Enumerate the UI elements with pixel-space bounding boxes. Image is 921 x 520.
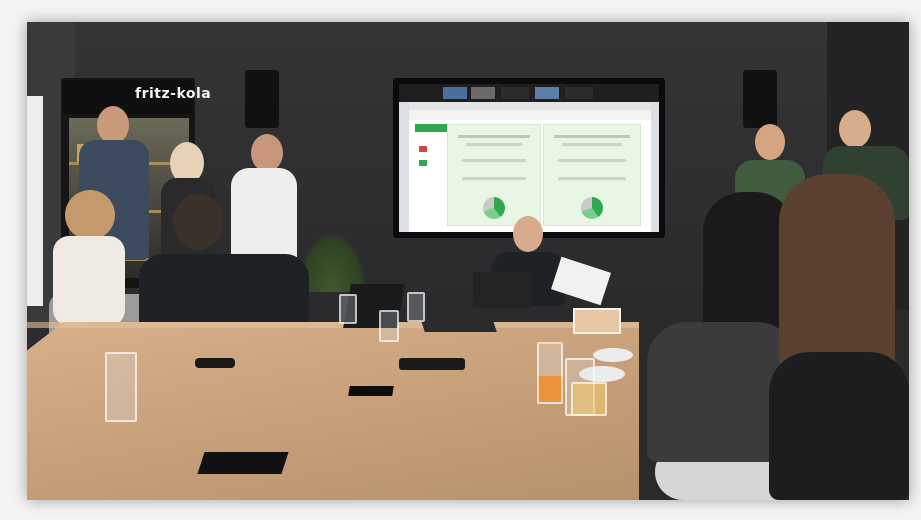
text-line bbox=[562, 143, 622, 146]
pie-chart bbox=[581, 197, 603, 219]
text-line bbox=[554, 135, 630, 138]
glass bbox=[407, 292, 425, 322]
glass bbox=[379, 310, 399, 342]
text-line bbox=[558, 159, 626, 162]
presenter-laptop bbox=[473, 272, 531, 308]
phone bbox=[195, 358, 235, 368]
call-tile bbox=[471, 87, 495, 99]
text-line bbox=[558, 177, 626, 180]
glass bbox=[339, 294, 357, 324]
call-tile bbox=[535, 87, 559, 99]
app-logo bbox=[415, 124, 449, 132]
speaker-left bbox=[245, 70, 279, 128]
person-far-right-head bbox=[839, 110, 871, 148]
person-right-green-head bbox=[755, 124, 785, 160]
plate bbox=[593, 348, 633, 362]
green-marker bbox=[419, 160, 427, 166]
glass-with-juice bbox=[537, 342, 563, 404]
text-line bbox=[458, 135, 530, 138]
person-standing-left-head bbox=[97, 106, 129, 144]
seated-left-body bbox=[53, 236, 125, 326]
presenter-head bbox=[513, 216, 543, 252]
call-tile bbox=[565, 87, 593, 99]
fridge-logo: fritz-kola bbox=[135, 86, 212, 102]
browser-tabs bbox=[409, 102, 651, 110]
speaker-right bbox=[743, 70, 777, 128]
person-white-sweater-head bbox=[251, 134, 283, 172]
text-line bbox=[462, 177, 526, 180]
text-line bbox=[462, 159, 526, 162]
seated-left-hair bbox=[65, 190, 115, 240]
glass bbox=[105, 352, 137, 422]
shared-browser bbox=[409, 102, 651, 232]
whiteboard-edge bbox=[27, 96, 43, 306]
snack-box bbox=[573, 308, 621, 334]
call-tile bbox=[501, 87, 529, 99]
snack-cup bbox=[571, 382, 607, 416]
slide-panel-left bbox=[447, 124, 541, 226]
slide-panel-right bbox=[543, 124, 641, 226]
seated-center-hair bbox=[173, 194, 223, 250]
photo-frame: fritz-kola bbox=[27, 22, 909, 500]
video-call-bar bbox=[399, 84, 659, 102]
tv-screen bbox=[399, 84, 659, 232]
red-marker bbox=[419, 146, 427, 152]
seated-far-right-body bbox=[769, 352, 909, 500]
table-edge bbox=[27, 322, 639, 328]
pie-chart bbox=[483, 197, 505, 219]
snack-tray bbox=[399, 358, 465, 370]
power-outlet bbox=[348, 386, 394, 396]
text-line bbox=[466, 143, 522, 146]
power-outlet bbox=[197, 452, 289, 474]
call-tile bbox=[443, 87, 467, 99]
browser-address-bar bbox=[409, 110, 651, 120]
